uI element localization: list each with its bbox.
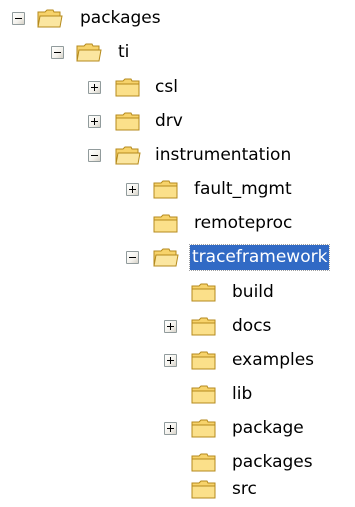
tree-item-docs[interactable]: docs xyxy=(0,310,355,344)
tree-item-traceframework[interactable]: traceframework xyxy=(0,241,355,275)
expand-icon[interactable] xyxy=(164,422,177,435)
tree-item-label[interactable]: lib xyxy=(230,382,254,407)
tree-item-src[interactable]: src xyxy=(0,473,355,507)
folder-open-icon xyxy=(115,146,141,165)
folder-open-icon xyxy=(37,9,63,28)
collapse-icon[interactable] xyxy=(51,46,64,59)
folder-icon xyxy=(153,214,178,233)
tree-item-fault-mgmt[interactable]: fault_mgmt xyxy=(0,173,355,207)
tree-item-label[interactable]: ti xyxy=(116,40,131,65)
tree-item-label[interactable]: examples xyxy=(230,348,316,373)
tree-item-label[interactable]: src xyxy=(230,477,259,502)
tree-item-label[interactable]: drv xyxy=(153,109,185,134)
tree-item-label[interactable]: instrumentation xyxy=(153,143,293,168)
expand-icon[interactable] xyxy=(88,81,101,94)
collapse-icon[interactable] xyxy=(88,149,101,162)
tree-item-remoteproc[interactable]: remoteproc xyxy=(0,207,355,241)
tree-item-label[interactable]: csl xyxy=(153,75,180,100)
tree-item-packages[interactable]: packages xyxy=(0,2,355,36)
collapse-icon[interactable] xyxy=(12,12,25,25)
tree-item-examples[interactable]: examples xyxy=(0,344,355,378)
folder-icon xyxy=(115,112,140,131)
tree-item-label[interactable]: build xyxy=(230,280,276,305)
expand-icon[interactable] xyxy=(164,354,177,367)
folder-icon xyxy=(153,180,178,199)
collapse-icon[interactable] xyxy=(126,251,139,264)
folder-icon xyxy=(191,480,216,499)
expand-icon[interactable] xyxy=(126,183,139,196)
tree-item-ti[interactable]: ti xyxy=(0,36,355,70)
expand-icon[interactable] xyxy=(164,320,177,333)
expand-icon[interactable] xyxy=(88,115,101,128)
folder-icon xyxy=(191,351,216,370)
tree-item-label[interactable]: fault_mgmt xyxy=(192,177,294,202)
tree-item-label[interactable]: packages xyxy=(78,6,163,31)
tree-item-instrumentation[interactable]: instrumentation xyxy=(0,139,355,173)
folder-open-icon xyxy=(153,248,179,267)
folder-open-icon xyxy=(76,43,102,62)
tree-item-drv[interactable]: drv xyxy=(0,105,355,139)
tree-item-package[interactable]: package xyxy=(0,412,355,446)
folder-icon xyxy=(191,385,216,404)
tree-item-csl[interactable]: csl xyxy=(0,71,355,105)
folder-icon xyxy=(191,453,216,472)
folder-icon xyxy=(191,317,216,336)
tree-item-lib[interactable]: lib xyxy=(0,378,355,412)
folder-icon xyxy=(191,283,216,302)
tree-item-label[interactable]: docs xyxy=(230,314,273,339)
tree-item-build[interactable]: build xyxy=(0,276,355,310)
folder-tree: packages ti csl drv instrumentation faul… xyxy=(0,0,355,507)
tree-item-label[interactable]: packages xyxy=(230,450,315,475)
tree-item-label-selected[interactable]: traceframework xyxy=(188,244,331,271)
folder-icon xyxy=(191,419,216,438)
tree-item-label[interactable]: package xyxy=(230,416,306,441)
tree-item-label[interactable]: remoteproc xyxy=(192,211,294,236)
folder-icon xyxy=(115,78,140,97)
